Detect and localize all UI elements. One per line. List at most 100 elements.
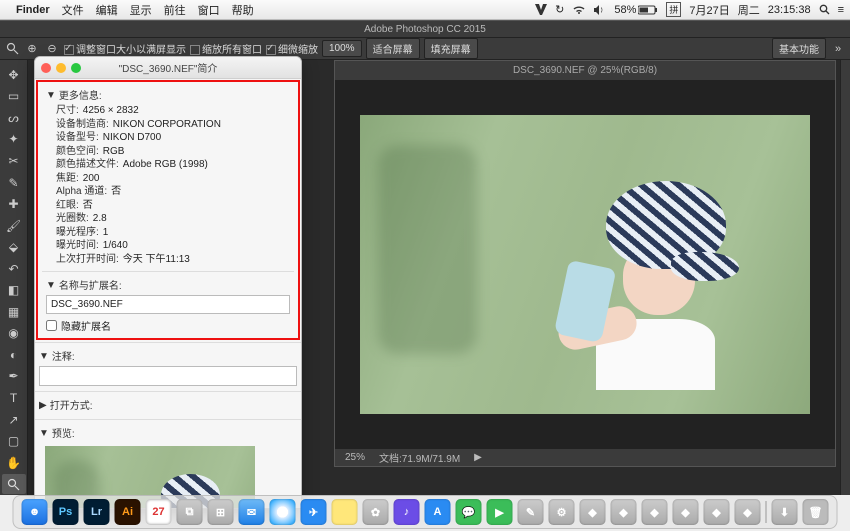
dock-calendar[interactable]: 27 <box>146 499 172 525</box>
tool-dodge[interactable]: ◐ <box>2 345 26 365</box>
dock-notes[interactable] <box>332 499 358 525</box>
comments-field[interactable] <box>39 366 297 386</box>
dock-finder[interactable]: ☻ <box>22 499 48 525</box>
menu-edit[interactable]: 编辑 <box>96 2 118 18</box>
fit-screen-button[interactable]: 适合屏幕 <box>366 38 420 59</box>
photoshop-right-panel-collapsed[interactable] <box>840 60 850 495</box>
hide-extension-checkbox[interactable]: 隐藏扩展名 <box>46 318 290 333</box>
opt-resize-window[interactable]: 调整窗口大小以满屏显示 <box>64 41 186 56</box>
menu-view[interactable]: 显示 <box>130 2 152 18</box>
dock-illustrator[interactable]: Ai <box>115 499 141 525</box>
row-dimensions: 尺寸:4256 × 2832 <box>56 104 290 118</box>
dock-lightroom[interactable]: Lr <box>84 499 110 525</box>
dock-app6[interactable]: ◆ <box>735 499 761 525</box>
zoom-in-icon[interactable]: ⊕ <box>24 41 40 57</box>
dock-app2[interactable]: ◆ <box>611 499 637 525</box>
dock-pages[interactable]: ✎ <box>518 499 544 525</box>
document-canvas[interactable] <box>335 81 835 448</box>
dock-app3[interactable]: ◆ <box>642 499 668 525</box>
menu-go[interactable]: 前往 <box>164 2 186 18</box>
dock-mail[interactable]: ✉ <box>239 499 265 525</box>
dock-stack[interactable]: ⧉ <box>177 499 203 525</box>
tool-marquee[interactable]: ▭ <box>2 87 26 107</box>
document-tab[interactable]: DSC_3690.NEF @ 25%(RGB/8) <box>335 61 835 81</box>
tool-move[interactable]: ✥ <box>2 65 26 85</box>
tool-stamp[interactable]: ⬙ <box>2 237 26 257</box>
battery-percent: 58% <box>614 4 636 16</box>
section-comments[interactable]: ▼注释: <box>39 348 297 363</box>
tool-history[interactable]: ↶ <box>2 259 26 279</box>
dock-preferences[interactable]: ⚙ <box>549 499 575 525</box>
dock-downloads[interactable]: ⬇ <box>772 499 798 525</box>
section-preview[interactable]: ▼预览: <box>39 425 297 440</box>
zoom-tool-icon[interactable] <box>4 41 20 57</box>
status-arrow-icon[interactable]: ▶ <box>474 452 482 463</box>
dock-separator <box>766 501 767 523</box>
dock-maps[interactable]: ✈ <box>301 499 327 525</box>
status-sync-icon[interactable]: ↻ <box>555 3 564 16</box>
dock-photos[interactable]: ✿ <box>363 499 389 525</box>
status-battery[interactable]: 58% <box>614 4 658 16</box>
opt-zoom-all[interactable]: 缩放所有窗口 <box>190 41 262 56</box>
status-time[interactable]: 23:15:38 <box>768 4 811 16</box>
tool-crop[interactable]: ✂ <box>2 151 26 171</box>
status-wifi-icon[interactable] <box>572 5 586 15</box>
dock-photoshop[interactable]: Ps <box>53 499 79 525</box>
dock-launchpad[interactable]: ⊞ <box>208 499 234 525</box>
tool-eraser[interactable]: ◧ <box>2 280 26 300</box>
dock-appstore[interactable]: A <box>425 499 451 525</box>
zoom-out-icon[interactable]: ⊖ <box>44 41 60 57</box>
tool-wand[interactable]: ✦ <box>2 130 26 150</box>
status-volume-icon[interactable] <box>594 5 606 15</box>
menu-window[interactable]: 窗口 <box>198 2 220 18</box>
dock-itunes[interactable]: ♪ <box>394 499 420 525</box>
finder-info-window: "DSC_3690.NEF"简介 ▼更多信息: 尺寸:4256 × 2832 设… <box>34 56 302 509</box>
section-open-with[interactable]: ▶打开方式: <box>39 397 297 412</box>
notification-center-icon[interactable]: ≡ <box>838 4 844 16</box>
panel-toggle-icon[interactable]: » <box>830 41 846 57</box>
dock-safari[interactable] <box>270 499 296 525</box>
dock-app[interactable]: ◆ <box>580 499 606 525</box>
tool-pen[interactable]: ✒ <box>2 367 26 387</box>
row-shutter: 曝光时间:1/640 <box>56 239 290 253</box>
zoom-level[interactable]: 25% <box>345 452 365 463</box>
dock-trash[interactable]: 🗑 <box>803 499 829 525</box>
tool-hand[interactable]: ✋ <box>2 453 26 473</box>
section-name-ext[interactable]: ▼名称与扩展名: <box>46 277 290 292</box>
menu-help[interactable]: 帮助 <box>232 2 254 18</box>
status-input-source[interactable]: 拼 <box>666 2 681 17</box>
row-maker: 设备制造商:NIKON CORPORATION <box>56 118 290 132</box>
filename-field[interactable]: DSC_3690.NEF <box>46 295 290 314</box>
status-adobe-icon[interactable] <box>535 4 547 15</box>
tool-blur[interactable]: ◉ <box>2 324 26 344</box>
tool-gradient[interactable]: ▦ <box>2 302 26 322</box>
tool-brush[interactable]: 🖌 <box>2 216 26 236</box>
tool-shape[interactable]: ▢ <box>2 431 26 451</box>
info-titlebar[interactable]: "DSC_3690.NEF"简介 <box>35 57 301 79</box>
macos-menubar: Finder 文件 编辑 显示 前往 窗口 帮助 ↻ 58% 拼 7月27日 周… <box>0 0 850 20</box>
photoshop-title: Adobe Photoshop CC 2015 <box>364 24 486 35</box>
menu-file[interactable]: 文件 <box>62 2 84 18</box>
photo-content <box>360 115 810 414</box>
section-more-info[interactable]: ▼更多信息: <box>46 87 290 102</box>
zoom-100-button[interactable]: 100% <box>322 40 362 57</box>
status-date[interactable]: 7月27日 <box>689 2 729 18</box>
doc-filesize[interactable]: 文档:71.9M/71.9M <box>379 450 460 465</box>
tool-heal[interactable]: ✚ <box>2 194 26 214</box>
tool-eyedropper[interactable]: ✎ <box>2 173 26 193</box>
tool-path[interactable]: ↗ <box>2 410 26 430</box>
opt-scrubby-zoom[interactable]: 细微缩放 <box>266 41 318 56</box>
tool-lasso[interactable]: ᔕ <box>2 108 26 128</box>
photoshop-toolbox: ✥ ▭ ᔕ ✦ ✂ ✎ ✚ 🖌 ⬙ ↶ ◧ ▦ ◉ ◐ ✒ T ↗ ▢ ✋ <box>0 60 28 495</box>
workspace-switcher[interactable]: 基本功能 <box>772 38 826 59</box>
app-menu[interactable]: Finder <box>16 4 50 16</box>
dock-app5[interactable]: ◆ <box>704 499 730 525</box>
photoshop-titlebar: Adobe Photoshop CC 2015 <box>0 20 850 38</box>
fill-screen-button[interactable]: 填充屏幕 <box>424 38 478 59</box>
tool-type[interactable]: T <box>2 388 26 408</box>
dock-facetime[interactable]: ▶ <box>487 499 513 525</box>
tool-zoom[interactable] <box>2 474 26 494</box>
spotlight-icon[interactable] <box>819 4 830 15</box>
dock-app4[interactable]: ◆ <box>673 499 699 525</box>
dock-messages[interactable]: 💬 <box>456 499 482 525</box>
